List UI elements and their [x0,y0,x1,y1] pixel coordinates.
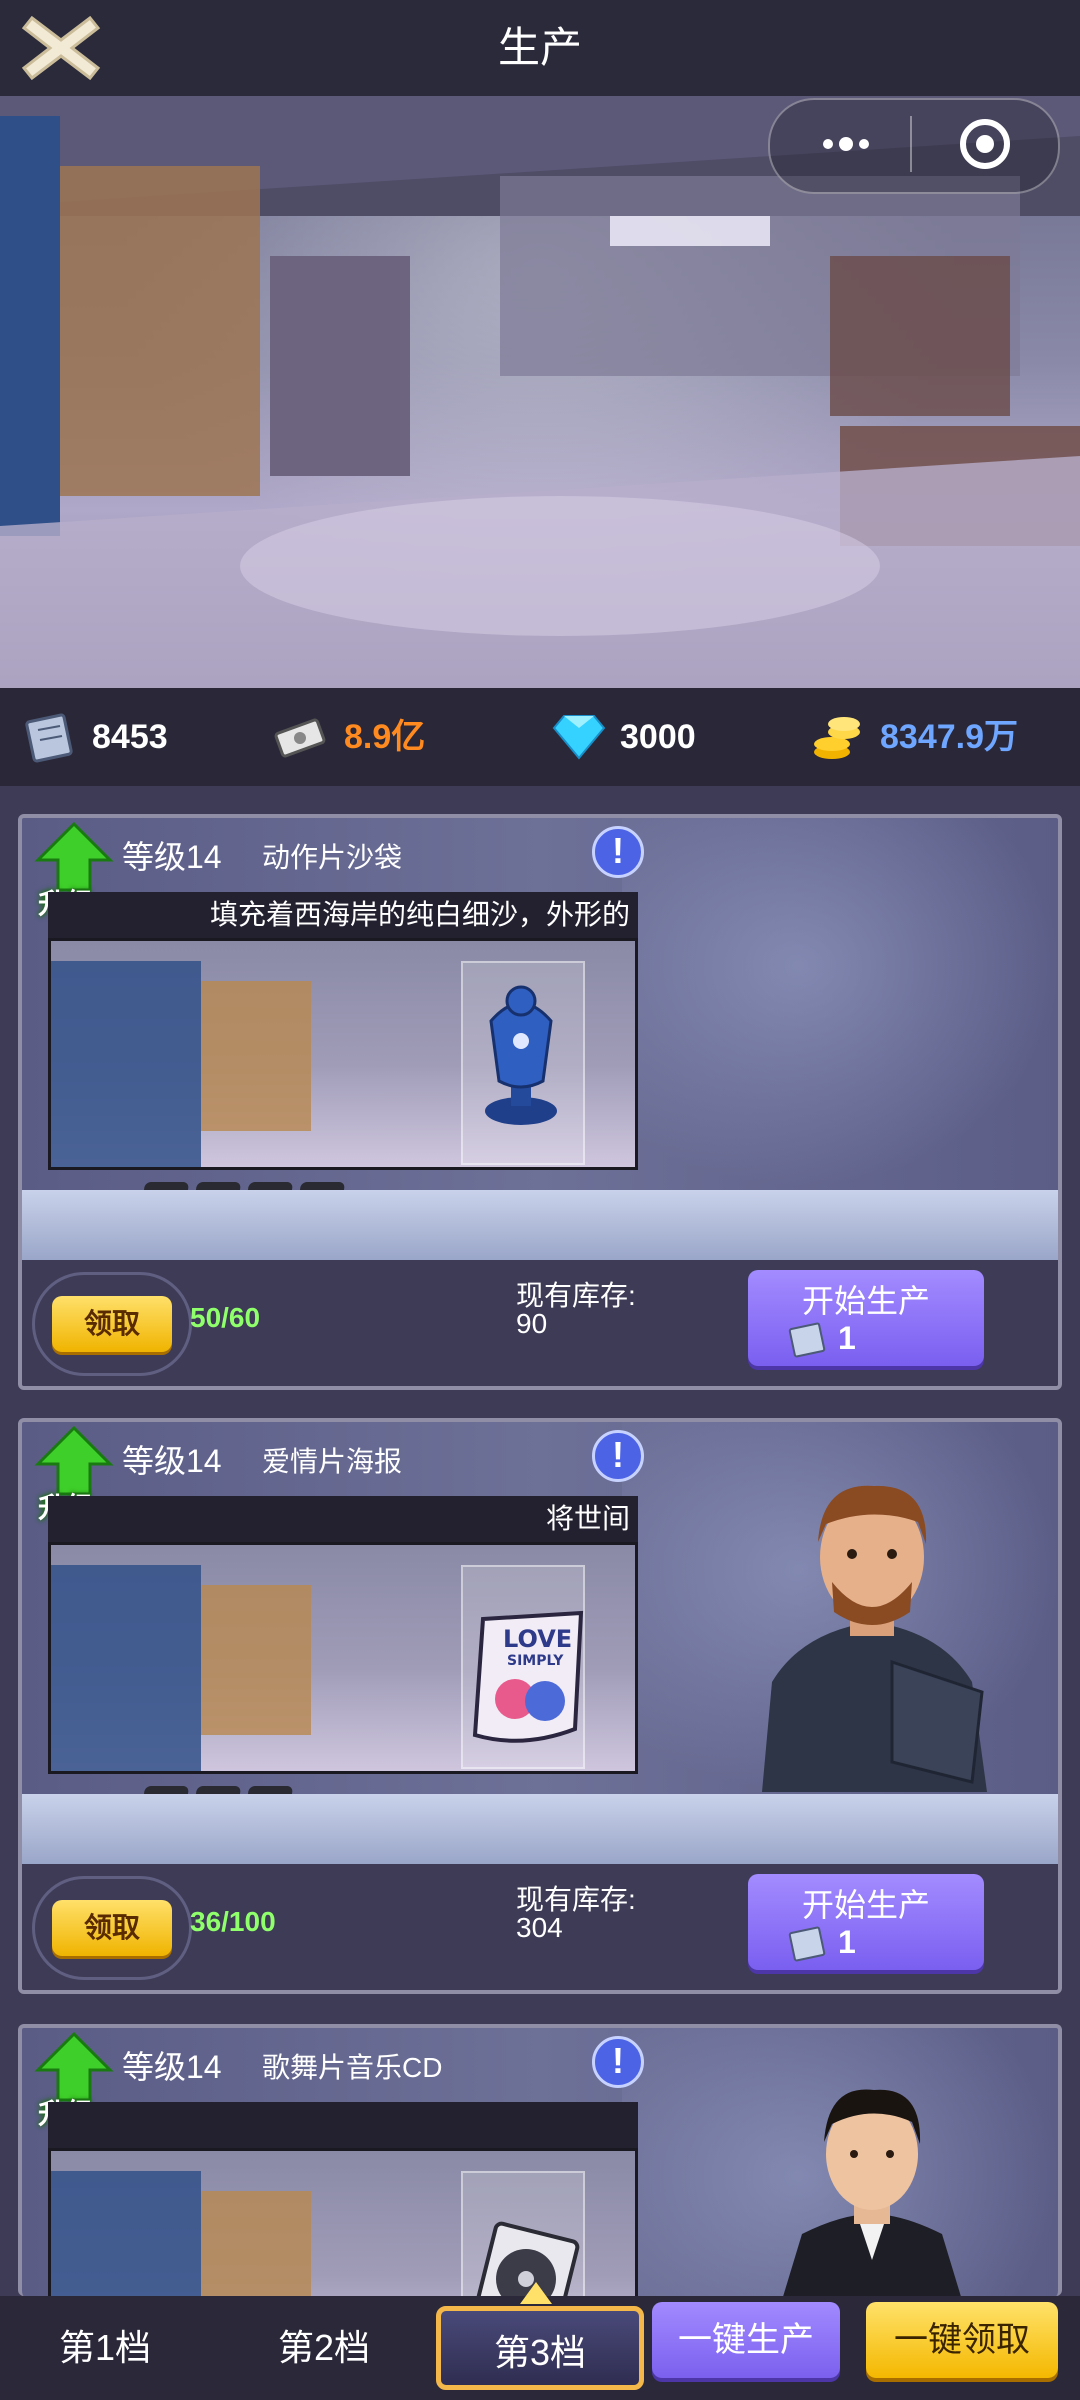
blueprint-icon [788,1322,826,1358]
item-name: 歌舞片音乐CD [262,2052,443,2083]
start-production-label: 开始生产 [801,1283,930,1319]
item-preview: LOVE SIMPLY [48,1542,638,1774]
claim-button[interactable]: 领取 [52,1296,172,1352]
production-card: 升级 等级14 爱情片海报 ! 将世间 LOVE SIMPLY 领取 36/10… [18,1418,1062,1994]
level-label: 等级14 [122,2049,222,2085]
poster-subtitle: SIMPLY [507,1653,564,1669]
level-label: 等级14 [122,839,222,875]
tab-tier-3[interactable]: 第3档 [436,2306,644,2390]
claim-all-button[interactable]: 一键领取 [866,2302,1058,2378]
card-strip [22,1190,1058,1260]
level-label: 等级14 [122,1443,222,1479]
punching-bag-icon [485,985,557,1125]
tab-tier-2[interactable]: 第2档 [246,2306,402,2390]
start-production-button[interactable]: 开始生产 1 [748,1874,984,1970]
love-poster-icon: LOVE SIMPLY [472,1610,584,1743]
blueprint-icon [788,1926,826,1962]
production-card: 升级 等级14 动作片沙袋 ! 填充着西海岸的纯白细沙，外形的 领取 50/60… [18,814,1062,1390]
info-icon[interactable]: ! [592,1430,644,1482]
hero-portrait [762,1485,987,1792]
active-tab-marker [520,2282,552,2304]
hero-portrait [783,2089,961,2296]
card-strip [22,1794,1058,1864]
production-progress: 36/100 [190,1906,276,1937]
production-cost: 1 [838,1924,856,1960]
blueprint-icon [22,708,80,766]
start-production-label: 开始生产 [801,1887,930,1923]
production-cost: 1 [838,1320,856,1356]
info-icon[interactable]: ! [592,2036,644,2088]
item-description [48,2102,638,2148]
item-preview [48,938,638,1170]
top-bar [0,0,1080,96]
claim-button[interactable]: 领取 [52,1900,172,1956]
item-description: 填充着西海岸的纯白细沙，外形的 [48,892,638,938]
item-description: 将世间 [48,1496,638,1542]
money-icon [272,708,330,766]
produce-all-button[interactable]: 一键生产 [652,2302,840,2378]
start-production-button[interactable]: 开始生产 1 [748,1270,984,1366]
diamond-icon [550,708,608,766]
tab-tier-1[interactable]: 第1档 [30,2306,180,2390]
stock-value: 90 [516,1308,548,1339]
info-icon[interactable]: ! [592,826,644,878]
production-progress: 50/60 [190,1302,261,1333]
item-name: 动作片沙袋 [262,842,403,873]
stock-value: 304 [516,1912,563,1943]
close-icon[interactable] [18,8,104,88]
target-icon[interactable] [940,112,1030,176]
more-dots-icon[interactable] [806,120,886,168]
money-count: 8.9亿 [344,718,426,756]
blueprint-count: 8453 [92,718,168,756]
item-preview [48,2148,638,2296]
production-card: 升级 等级14 歌舞片音乐CD ! [18,2024,1062,2296]
capsule-divider [910,116,912,172]
card-background-blur [622,818,1058,1188]
item-name: 爱情片海报 [262,1446,403,1477]
gold-coins-icon [808,708,866,766]
gold-count: 8347.9万 [880,718,1018,756]
poster-title: LOVE [503,1625,572,1653]
diamond-count: 3000 [620,718,696,756]
